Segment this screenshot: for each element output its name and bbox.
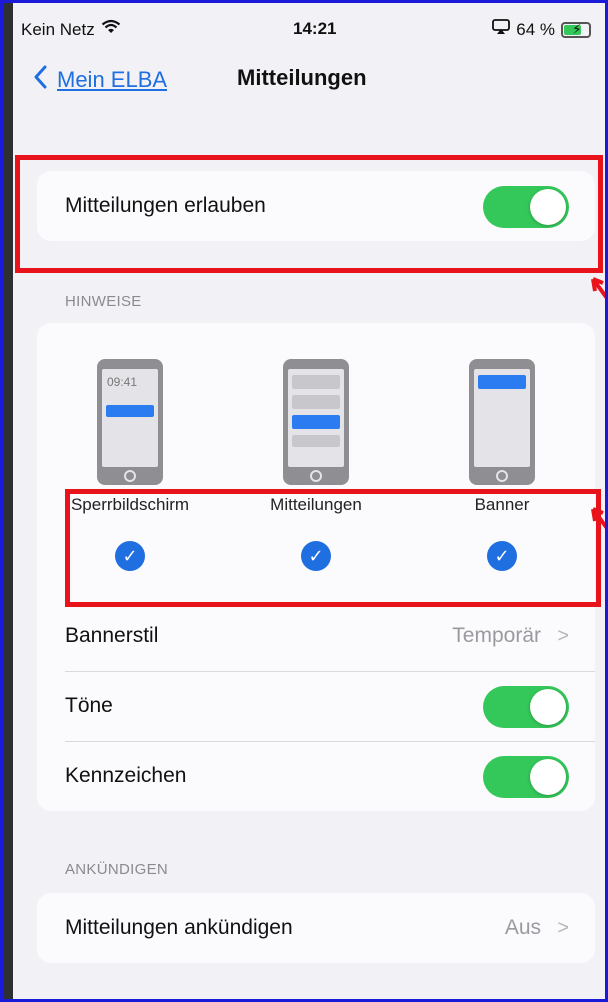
notification-center-checkmark-icon[interactable]: ✓ <box>301 541 331 571</box>
annotation-arrow-icon <box>591 277 605 299</box>
badges-row: Kennzeichen <box>37 741 595 811</box>
status-left: Kein Netz <box>21 19 121 40</box>
alerts-section-header: HINWEISE <box>65 293 142 310</box>
announce-notifications-row[interactable]: Mitteilungen ankündigen Aus > <box>37 893 595 963</box>
battery-charging-icon: ⚡ <box>561 21 591 38</box>
banner-label: Banner <box>474 495 530 514</box>
allow-notifications-row: Mitteilungen erlauben <box>37 171 595 241</box>
preview-clock: 09:41 <box>107 375 138 389</box>
sounds-label: Töne <box>65 694 113 717</box>
back-label: Mein ELBA <box>57 67 168 92</box>
lock-screen-preview[interactable]: 09:41 <box>97 359 163 485</box>
navigation-bar: Mein ELBA Mitteilungen <box>27 61 587 97</box>
annotation-arrow-icon <box>591 507 605 529</box>
chevron-right-icon: > <box>557 624 569 647</box>
announce-notifications-label: Mitteilungen ankündigen <box>65 916 293 939</box>
alert-styles: 09:41 Sperrbildschirm Mitteilungen Banne… <box>37 323 595 593</box>
status-time: 14:21 <box>293 19 337 38</box>
allow-group: Mitteilungen erlauben <box>37 171 595 241</box>
alerts-group: 09:41 Sperrbildschirm Mitteilungen Banne… <box>37 323 595 811</box>
notification-center-preview[interactable] <box>283 359 349 485</box>
banner-checkmark-icon[interactable]: ✓ <box>487 541 517 571</box>
status-right: 64 % ⚡ <box>492 19 591 40</box>
announce-notifications-value: Aus <box>504 916 541 939</box>
allow-notifications-label: Mitteilungen erlauben <box>65 194 266 217</box>
allow-notifications-toggle[interactable] <box>483 186 569 228</box>
phone-screen: Kein Netz 14:21 64 % ⚡ Mein ELBA Mitteil… <box>0 0 608 1002</box>
device-bezel <box>3 3 13 999</box>
sounds-row: Töne <box>37 671 595 741</box>
carrier-label: Kein Netz <box>21 19 95 39</box>
page-title: Mitteilungen <box>237 65 367 90</box>
badges-label: Kennzeichen <box>65 764 187 787</box>
sounds-toggle[interactable] <box>483 686 569 728</box>
announce-section-header: ANKÜNDIGEN <box>65 861 169 878</box>
notification-center-label: Mitteilungen <box>270 495 362 514</box>
wifi-icon <box>101 19 121 40</box>
lock-screen-label: Sperrbildschirm <box>70 495 190 514</box>
status-bar: Kein Netz 14:21 64 % ⚡ <box>17 17 597 41</box>
chevron-left-icon <box>33 65 47 95</box>
lock-screen-checkmark-icon[interactable]: ✓ <box>115 541 145 571</box>
announce-group: Mitteilungen ankündigen Aus > <box>37 893 595 963</box>
badges-toggle[interactable] <box>483 756 569 798</box>
banner-style-value: Temporär <box>452 624 541 647</box>
banner-style-row[interactable]: Bannerstil Temporär > <box>37 601 595 671</box>
battery-percent: 64 % <box>516 19 555 39</box>
chevron-right-icon: > <box>557 916 569 939</box>
banner-style-label: Bannerstil <box>65 624 159 647</box>
back-button[interactable]: Mein ELBA <box>33 65 167 95</box>
banner-preview[interactable] <box>469 359 535 485</box>
screen-mirroring-icon <box>492 19 511 40</box>
